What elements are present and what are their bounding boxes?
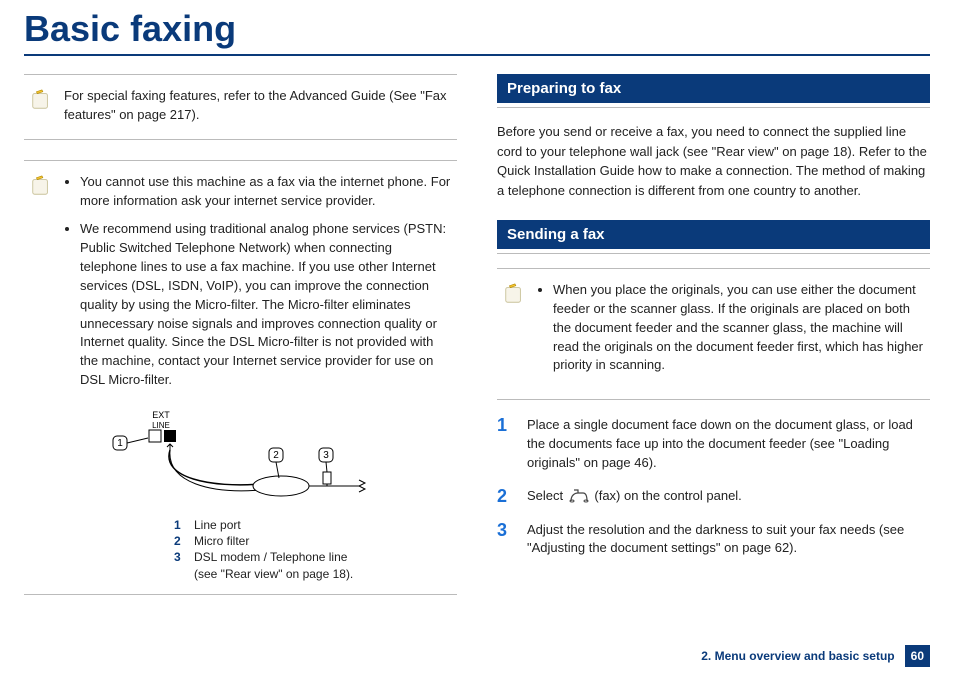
- step-text: Place a single document face down on the…: [527, 416, 930, 473]
- legend-row: 1 Line port: [174, 517, 457, 533]
- legend-row: 2 Micro filter: [174, 533, 457, 549]
- step-item: 1 Place a single document face down on t…: [497, 416, 930, 473]
- note-box-scanning: When you place the originals, you can us…: [497, 268, 930, 400]
- main-columns: For special faxing features, refer to th…: [24, 74, 930, 595]
- legend-num: 1: [174, 517, 184, 533]
- callout-3: 3: [323, 450, 329, 461]
- note-icon: [503, 283, 525, 305]
- legend-line3-sub: (see "Rear view" on page 18).: [194, 567, 353, 581]
- legend-num: 3: [174, 549, 184, 581]
- connection-diagram: EXT LINE 1 2: [24, 408, 457, 511]
- note-body: When you place the originals, you can us…: [537, 281, 924, 385]
- legend-num: 2: [174, 533, 184, 549]
- legend-row: 3 DSL modem / Telephone line (see "Rear …: [174, 549, 457, 581]
- note-box-features: For special faxing features, refer to th…: [24, 74, 457, 140]
- note-body: You cannot use this machine as a fax via…: [64, 173, 451, 400]
- note-text: For special faxing features, refer to th…: [64, 87, 451, 125]
- step-number: 1: [497, 416, 513, 473]
- bullet-item: You cannot use this machine as a fax via…: [80, 173, 451, 211]
- step2-post: (fax) on the control panel.: [594, 488, 741, 503]
- note-bullets: When you place the originals, you can us…: [537, 281, 924, 375]
- fax-icon: [569, 489, 589, 503]
- step-item: 2 Select (fax) on the control panel.: [497, 487, 930, 507]
- bullet-item: When you place the originals, you can us…: [553, 281, 924, 375]
- step-number: 2: [497, 487, 513, 507]
- diagram-legend: 1 Line port 2 Micro filter 3 DSL modem /…: [174, 517, 457, 582]
- bullet-item: We recommend using traditional analog ph…: [80, 220, 451, 390]
- note-icon: [30, 175, 52, 197]
- legend-line3: DSL modem / Telephone line: [194, 550, 347, 564]
- title-rule: [24, 54, 930, 56]
- preparing-text: Before you send or receive a fax, you ne…: [497, 122, 930, 200]
- step-item: 3 Adjust the resolution and the darkness…: [497, 521, 930, 559]
- step-text: Adjust the resolution and the darkness t…: [527, 521, 930, 559]
- left-column: For special faxing features, refer to th…: [24, 74, 457, 595]
- page-title: Basic faxing: [24, 0, 930, 54]
- note-box-warnings: You cannot use this machine as a fax via…: [24, 160, 457, 400]
- callout-2: 2: [273, 450, 279, 461]
- diagram-ext-label: EXT: [152, 410, 170, 420]
- step-list: 1 Place a single document face down on t…: [497, 416, 930, 558]
- callout-1: 1: [117, 438, 123, 449]
- section-heading-sending: Sending a fax: [497, 220, 930, 249]
- legend-text: Micro filter: [194, 533, 249, 549]
- footer-chapter: 2. Menu overview and basic setup: [701, 649, 894, 663]
- legend-text: DSL modem / Telephone line (see "Rear vi…: [194, 549, 353, 581]
- page-number: 60: [905, 645, 930, 667]
- section-rule: [497, 253, 930, 254]
- step2-pre: Select: [527, 488, 567, 503]
- legend-text: Line port: [194, 517, 241, 533]
- note-bullets: You cannot use this machine as a fax via…: [64, 173, 451, 390]
- step-number: 3: [497, 521, 513, 559]
- page-footer: 2. Menu overview and basic setup 60: [701, 645, 930, 667]
- diagram-line-label: LINE: [152, 421, 170, 430]
- section-rule: [497, 107, 930, 108]
- section-bottom-rule: [24, 594, 457, 595]
- right-column: Preparing to fax Before you send or rece…: [497, 74, 930, 595]
- step-text: Select (fax) on the control panel.: [527, 487, 930, 507]
- section-heading-preparing: Preparing to fax: [497, 74, 930, 103]
- note-icon: [30, 89, 52, 111]
